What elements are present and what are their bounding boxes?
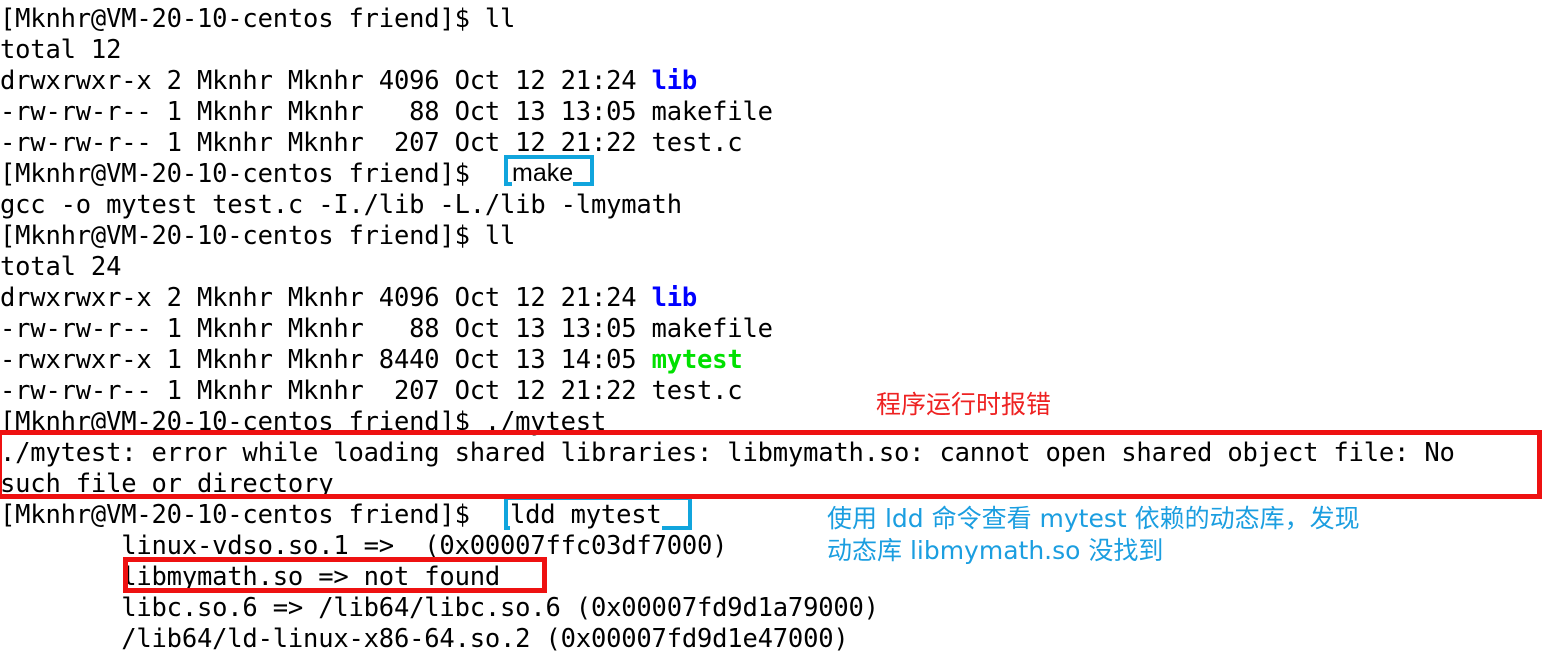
line-text: drwxrwxr-x 2 Mknhr Mknhr 4096 Oct 12 21:…	[0, 66, 652, 96]
line-text: -rw-rw-r-- 1 Mknhr Mknhr 88 Oct 13 13:05…	[0, 97, 773, 127]
terminal-line-total-12: total 12	[0, 35, 1542, 66]
terminal-line-prompt-run-mytest: [Mknhr@VM-20-10-centos friend]$ ./mytest	[0, 407, 1542, 438]
terminal-line-error-1: ./mytest: error while loading shared lib…	[0, 438, 1542, 469]
terminal-line-error-2: such file or directory	[0, 469, 1542, 500]
terminal-line-makefile-2: -rw-rw-r-- 1 Mknhr Mknhr 88 Oct 13 13:05…	[0, 314, 1542, 345]
line-text: -rw-rw-r-- 1 Mknhr Mknhr 207 Oct 12 21:2…	[0, 128, 743, 158]
annotation-ldd-note-line1: 使用 ldd 命令查看 mytest 依赖的动态库，发现	[827, 504, 1360, 533]
terminal-line-total-24: total 24	[0, 252, 1542, 283]
line-text: -rw-rw-r-- 1 Mknhr Mknhr 207 Oct 12 21:2…	[0, 376, 743, 406]
annotation-ldd-note-line2: 动态库 libmymath.so 没找到	[827, 536, 1164, 565]
line-text: -rw-rw-r-- 1 Mknhr Mknhr 88 Oct 13 13:05…	[0, 314, 773, 344]
filename-mytest: mytest	[651, 345, 743, 375]
line-text: [Mknhr@VM-20-10-centos friend]$ ll	[0, 4, 516, 34]
terminal-output: [Mknhr@VM-20-10-centos friend]$ ll total…	[0, 0, 1542, 654]
terminal-line-lib-dir-2: drwxrwxr-x 2 Mknhr Mknhr 4096 Oct 12 21:…	[0, 283, 1542, 314]
terminal-line-prompt-ll-1: [Mknhr@VM-20-10-centos friend]$ ll	[0, 4, 1542, 35]
annotation-runtime-error: 程序运行时报错	[876, 390, 1052, 419]
terminal-line-mytest-exe: -rwxrwxr-x 1 Mknhr Mknhr 8440 Oct 13 14:…	[0, 345, 1542, 376]
line-text: [Mknhr@VM-20-10-centos friend]$	[0, 159, 485, 189]
terminal-line-testc-2: -rw-rw-r-- 1 Mknhr Mknhr 207 Oct 12 21:2…	[0, 376, 1542, 407]
line-text: ./mytest: error while loading shared lib…	[0, 438, 1455, 468]
line-text: total 24	[0, 252, 122, 282]
line-text: drwxrwxr-x 2 Mknhr Mknhr 4096 Oct 12 21:…	[0, 283, 652, 313]
terminal-line-lib-dir-1: drwxrwxr-x 2 Mknhr Mknhr 4096 Oct 12 21:…	[0, 66, 1542, 97]
line-text: [Mknhr@VM-20-10-centos friend]$	[0, 500, 485, 530]
line-text: /lib64/ld-linux-x86-64.so.2 (0x00007fd9d…	[0, 624, 849, 654]
terminal-line-prompt-make: [Mknhr@VM-20-10-centos friend]$	[0, 159, 1542, 190]
terminal-line-prompt-ll-2: [Mknhr@VM-20-10-centos friend]$ ll	[0, 221, 1542, 252]
line-text: linux-vdso.so.1 => (0x00007ffc03df7000)	[0, 531, 728, 561]
line-text: libmymath.so => not found	[0, 562, 501, 592]
terminal-line-ldd-libc: libc.so.6 => /lib64/libc.so.6 (0x00007fd…	[0, 593, 1542, 624]
line-text: such file or directory	[0, 469, 334, 499]
filename-lib: lib	[651, 66, 698, 96]
line-text: gcc -o mytest test.c -I./lib -L./lib -lm…	[0, 190, 682, 220]
line-text: libc.so.6 => /lib64/libc.so.6 (0x00007fd…	[0, 593, 879, 623]
line-text: -rwxrwxr-x 1 Mknhr Mknhr 8440 Oct 13 14:…	[0, 345, 652, 375]
line-text: total 12	[0, 35, 122, 65]
line-text: [Mknhr@VM-20-10-centos friend]$ ll	[0, 221, 516, 251]
terminal-line-testc-1: -rw-rw-r-- 1 Mknhr Mknhr 207 Oct 12 21:2…	[0, 128, 1542, 159]
make-command-label: make	[512, 159, 574, 188]
line-text: [Mknhr@VM-20-10-centos friend]$ ./mytest	[0, 407, 607, 437]
terminal-line-makefile-1: -rw-rw-r-- 1 Mknhr Mknhr 88 Oct 13 13:05…	[0, 97, 1542, 128]
filename-lib: lib	[651, 283, 698, 313]
ldd-command-label: ldd mytest	[510, 500, 662, 531]
terminal-line-gcc-compile: gcc -o mytest test.c -I./lib -L./lib -lm…	[0, 190, 1542, 221]
terminal-line-ldd-loader: /lib64/ld-linux-x86-64.so.2 (0x00007fd9d…	[0, 624, 1542, 655]
terminal-line-ldd-libmymath: libmymath.so => not found	[0, 562, 1542, 593]
terminal-line-ldd-vdso: linux-vdso.so.1 => (0x00007ffc03df7000)	[0, 531, 1542, 562]
